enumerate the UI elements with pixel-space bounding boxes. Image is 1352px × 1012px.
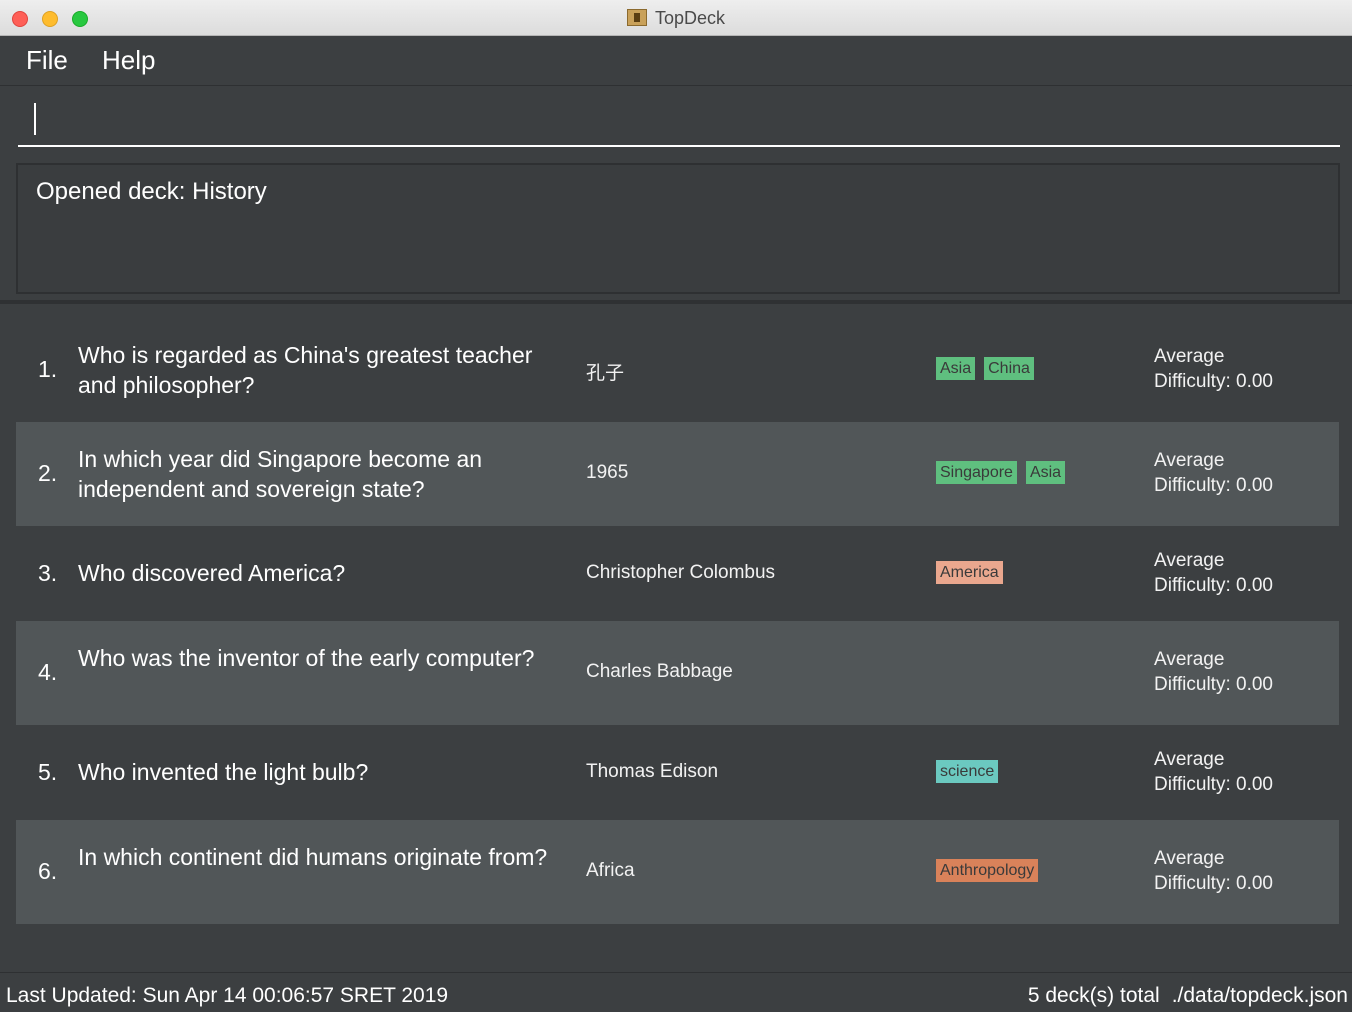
card-tags: America	[936, 560, 1003, 584]
text-caret	[34, 103, 36, 135]
difficulty-value: Difficulty: 0.00	[1154, 873, 1273, 894]
command-box	[0, 87, 1352, 155]
tag-label: Anthropology	[936, 859, 1039, 882]
title-bar: TopDeck	[0, 0, 1352, 36]
last-updated-status: Last Updated: Sun Apr 14 00:06:57 SRET 2…	[6, 984, 449, 1007]
tag-label: Singapore	[936, 461, 1017, 484]
card-question: In which continent did humans originate …	[78, 844, 548, 870]
tag-label: America	[936, 560, 1003, 584]
status-right-group: 5 deck(s) total ./data/topdeck.json	[1028, 984, 1348, 1008]
card-answer: Africa	[586, 860, 635, 881]
card-row[interactable]: 3. Who discovered America? Christopher Col…	[16, 526, 1339, 621]
difficulty-label: Average	[1154, 848, 1225, 869]
card-list[interactable]: 1. Who is regarded as China's greatest te…	[16, 318, 1339, 924]
card-answer: Thomas Edison	[586, 760, 719, 782]
card-row[interactable]: 6. In which continent did humans originat…	[16, 820, 1339, 924]
difficulty-label: Average	[1154, 748, 1225, 770]
file-path-status: ./data/topdeck.json	[1171, 984, 1348, 1007]
window-title-group: TopDeck	[0, 8, 1352, 29]
card-row[interactable]: 2. In which year did Singapore become an …	[16, 422, 1339, 526]
difficulty-value: Difficulty: 0.00	[1154, 371, 1273, 392]
difficulty-label: Average	[1154, 450, 1225, 471]
card-difficulty: Average Difficulty: 0.00	[1154, 448, 1273, 498]
card-row[interactable]: 4. Who was the inventor of the early comp…	[16, 621, 1339, 725]
result-display: Opened deck: History	[16, 163, 1340, 294]
card-question: Who discovered America?	[78, 559, 346, 586]
tag-label: science	[936, 759, 999, 783]
tag-label: Asia	[1025, 461, 1066, 484]
card-index: 4.	[38, 659, 58, 685]
deck-total-status: 5 deck(s) total	[1027, 984, 1160, 1007]
card-tags: Anthropology	[936, 859, 1039, 882]
app-icon	[626, 9, 647, 26]
card-tags: Asia China	[936, 357, 1034, 380]
card-difficulty: Average Difficulty: 0.00	[1154, 344, 1273, 394]
card-tags: science	[936, 759, 999, 783]
window-title: TopDeck	[654, 8, 726, 28]
card-index: 5.	[38, 758, 58, 785]
difficulty-label: Average	[1154, 549, 1225, 571]
card-answer: 1965	[586, 462, 629, 483]
card-row[interactable]: 5. Who invented the light bulb? Thomas Edi…	[16, 725, 1339, 820]
tag-label: Asia	[936, 357, 976, 380]
card-answer: Charles Babbage	[586, 661, 733, 682]
card-answer: Christopher Colombus	[586, 561, 776, 583]
card-difficulty: Average Difficulty: 0.00	[1154, 846, 1273, 896]
difficulty-value: Difficulty: 0.00	[1154, 475, 1273, 496]
result-message: Opened deck: History	[36, 178, 267, 205]
difficulty-label: Average	[1154, 346, 1225, 367]
menu-bar: File Help	[0, 36, 1352, 86]
status-bar: Last Updated: Sun Apr 14 00:06:57 SRET 2…	[0, 972, 1352, 1012]
command-input[interactable]	[18, 95, 1340, 147]
divider	[0, 300, 1352, 304]
difficulty-value: Difficulty: 0.00	[1154, 574, 1273, 596]
card-index: 2.	[38, 460, 58, 486]
card-index: 3.	[38, 559, 58, 586]
card-tags: Singapore Asia	[936, 461, 1066, 484]
card-index: 6.	[38, 858, 58, 884]
card-question: Who was the inventor of the early comput…	[78, 645, 535, 671]
card-difficulty: Average Difficulty: 0.00	[1154, 647, 1273, 697]
difficulty-value: Difficulty: 0.00	[1154, 674, 1273, 695]
card-question: In which year did Singapore become an in…	[78, 446, 483, 502]
card-index: 1.	[38, 356, 58, 382]
card-answer: 孔子	[586, 363, 625, 384]
card-difficulty: Average Difficulty: 0.00	[1154, 747, 1273, 797]
app-window: TopDeck File Help Opened deck: History 1…	[0, 0, 1352, 1012]
menu-help[interactable]: Help	[102, 45, 155, 76]
card-row[interactable]: 1. Who is regarded as China's greatest te…	[16, 318, 1339, 422]
tag-label: China	[984, 357, 1034, 380]
card-question: Who invented the light bulb?	[78, 758, 369, 785]
menu-file[interactable]: File	[26, 45, 68, 76]
difficulty-value: Difficulty: 0.00	[1154, 773, 1273, 795]
card-difficulty: Average Difficulty: 0.00	[1154, 548, 1273, 598]
card-question: Who is regarded as China's greatest teac…	[78, 342, 533, 398]
difficulty-label: Average	[1154, 649, 1225, 670]
